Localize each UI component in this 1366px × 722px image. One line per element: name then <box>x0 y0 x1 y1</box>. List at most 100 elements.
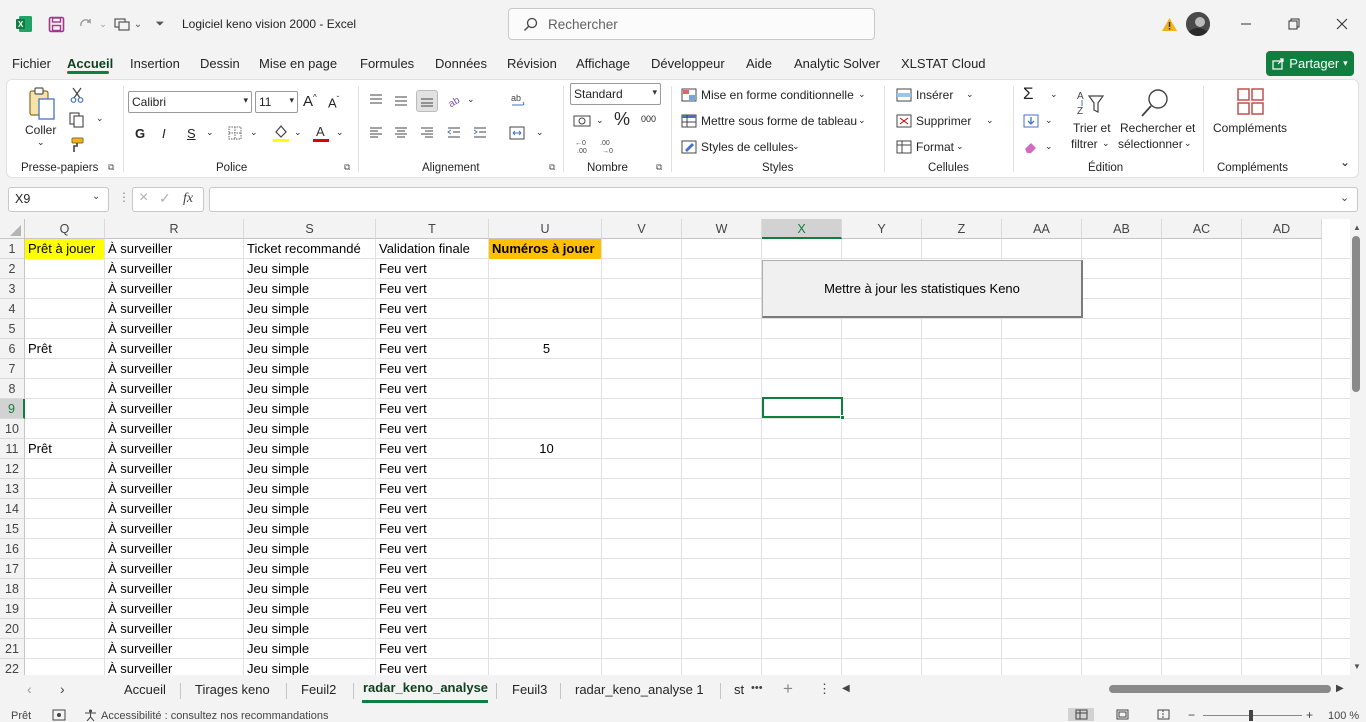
warning-icon[interactable] <box>1159 14 1179 34</box>
row-header[interactable]: 4 <box>0 299 25 319</box>
text-orientation-icon[interactable]: ab <box>447 92 465 108</box>
cell-r2[interactable]: À surveiller <box>105 259 243 279</box>
column-header[interactable]: AA <box>1002 219 1082 239</box>
cell-r15[interactable]: À surveiller <box>105 519 243 539</box>
cell-s18[interactable]: Jeu simple <box>244 579 375 599</box>
cell-s20[interactable]: Jeu simple <box>244 619 375 639</box>
tab-aide[interactable]: Aide <box>746 56 772 71</box>
column-header[interactable]: V <box>602 219 682 239</box>
tab-developpeur[interactable]: Développeur <box>651 56 725 71</box>
cell-s19[interactable]: Jeu simple <box>244 599 375 619</box>
row-header[interactable]: 16 <box>0 539 25 559</box>
sort-dropdown-icon[interactable]: ⌄ <box>1102 138 1110 149</box>
cell-r10[interactable]: À surveiller <box>105 419 243 439</box>
cell-r22[interactable]: À surveiller <box>105 659 243 675</box>
accounting-format-icon[interactable] <box>572 113 592 129</box>
row-header[interactable]: 12 <box>0 459 25 479</box>
cell-t19[interactable]: Feu vert <box>376 599 488 619</box>
cell-t20[interactable]: Feu vert <box>376 619 488 639</box>
cut-icon[interactable] <box>69 87 85 103</box>
cell-t12[interactable]: Feu vert <box>376 459 488 479</box>
page-break-icon[interactable] <box>1157 709 1170 720</box>
find-select-icon[interactable] <box>1138 86 1172 120</box>
column-header[interactable]: T <box>376 219 489 239</box>
paste-dropdown-icon[interactable]: ⌄ <box>37 137 45 148</box>
cell-s16[interactable]: Jeu simple <box>244 539 375 559</box>
cell-r21[interactable]: À surveiller <box>105 639 243 659</box>
fill-down-icon[interactable] <box>1022 113 1040 129</box>
sheet-tab-feuil3[interactable]: Feuil3 <box>512 682 547 697</box>
cell-s9[interactable]: Jeu simple <box>244 399 375 419</box>
sheet-tab-feuil2[interactable]: Feuil2 <box>301 682 336 697</box>
cell-q6[interactable]: Prêt <box>25 339 104 359</box>
cell-t16[interactable]: Feu vert <box>376 539 488 559</box>
row-header[interactable]: 6 <box>0 339 25 359</box>
cell-r13[interactable]: À surveiller <box>105 479 243 499</box>
thousands-button[interactable]: 000 <box>641 114 656 124</box>
horizontal-scroll-thumb[interactable] <box>1109 685 1331 693</box>
cell-s2[interactable]: Jeu simple <box>244 259 375 279</box>
select-all-corner[interactable] <box>0 219 25 239</box>
sheet-tab-tirages-keno[interactable]: Tirages keno <box>195 682 270 697</box>
cancel-icon[interactable]: × <box>139 189 148 207</box>
cell-s7[interactable]: Jeu simple <box>244 359 375 379</box>
zoom-slider-thumb[interactable] <box>1249 710 1253 721</box>
minimize-button[interactable] <box>1234 12 1258 36</box>
cell-t9[interactable]: Feu vert <box>376 399 488 419</box>
delete-cells-button[interactable]: Supprimer <box>916 114 971 128</box>
row-header[interactable]: 11 <box>0 439 25 459</box>
conditional-formatting-button[interactable]: Mise en forme conditionnelle <box>701 88 854 102</box>
cell-s6[interactable]: Jeu simple <box>244 339 375 359</box>
cell-s13[interactable]: Jeu simple <box>244 479 375 499</box>
restore-button[interactable] <box>1282 12 1306 36</box>
cell-r20[interactable]: À surveiller <box>105 619 243 639</box>
align-left-icon[interactable] <box>368 125 384 141</box>
cell-r19[interactable]: À surveiller <box>105 599 243 619</box>
column-header[interactable]: Q <box>25 219 105 239</box>
tab-mise-en-page[interactable]: Mise en page <box>259 56 337 71</box>
format-as-table-icon[interactable] <box>680 113 698 129</box>
underline-dropdown-icon[interactable]: ⌄ <box>206 127 214 138</box>
find-select-label-2[interactable]: sélectionner <box>1118 137 1183 151</box>
tab-donnees[interactable]: Données <box>435 56 487 71</box>
clipboard-launcher-icon[interactable]: ⧉ <box>108 162 114 173</box>
format-as-table-button[interactable]: Mettre sous forme de tableau <box>701 114 857 128</box>
tab-analytic-solver[interactable]: Analytic Solver <box>794 56 880 71</box>
tab-insertion[interactable]: Insertion <box>130 56 180 71</box>
tab-affichage[interactable]: Affichage <box>576 56 630 71</box>
row-header[interactable]: 13 <box>0 479 25 499</box>
cell-t15[interactable]: Feu vert <box>376 519 488 539</box>
view-mode-dropdown-icon[interactable]: ⌄ <box>133 14 143 34</box>
row-header[interactable]: 9 <box>0 399 25 419</box>
cell-r11[interactable]: À surveiller <box>105 439 243 459</box>
fill-color-dropdown-icon[interactable]: ⌄ <box>294 127 302 138</box>
cell-t7[interactable]: Feu vert <box>376 359 488 379</box>
addins-icon[interactable] <box>1235 86 1267 118</box>
cell-r16[interactable]: À surveiller <box>105 539 243 559</box>
text-orientation-dropdown-icon[interactable]: ⌄ <box>467 94 475 105</box>
column-header[interactable]: AB <box>1082 219 1162 239</box>
cell-s12[interactable]: Jeu simple <box>244 459 375 479</box>
tab-fichier[interactable]: Fichier <box>12 56 51 71</box>
tab-formules[interactable]: Formules <box>360 56 414 71</box>
clear-icon[interactable] <box>1022 139 1040 155</box>
column-header[interactable]: S <box>244 219 376 239</box>
column-header[interactable]: AC <box>1162 219 1242 239</box>
fill-dropdown-icon[interactable]: ⌄ <box>1045 115 1053 126</box>
decrease-decimal-icon[interactable]: .00 →0 <box>598 137 618 155</box>
cell-t21[interactable]: Feu vert <box>376 639 488 659</box>
increase-decimal-icon[interactable]: ←0.00 <box>573 137 593 155</box>
decrease-indent-icon[interactable] <box>446 125 462 141</box>
sort-filter-icon[interactable]: AZ <box>1075 86 1107 120</box>
cell-u1[interactable]: Numéros à jouer <box>489 239 601 259</box>
cell-s1[interactable]: Ticket recommandé <box>244 239 375 259</box>
cell-s5[interactable]: Jeu simple <box>244 319 375 339</box>
cell-t2[interactable]: Feu vert <box>376 259 488 279</box>
search-box[interactable]: Rechercher <box>508 8 875 40</box>
format-cells-button[interactable]: Format <box>916 140 954 154</box>
conditional-formatting-dropdown-icon[interactable]: ⌄ <box>858 89 866 100</box>
conditional-formatting-icon[interactable] <box>680 87 698 103</box>
accessibility-icon[interactable] <box>84 709 97 721</box>
cell-t8[interactable]: Feu vert <box>376 379 488 399</box>
cell-r4[interactable]: À surveiller <box>105 299 243 319</box>
